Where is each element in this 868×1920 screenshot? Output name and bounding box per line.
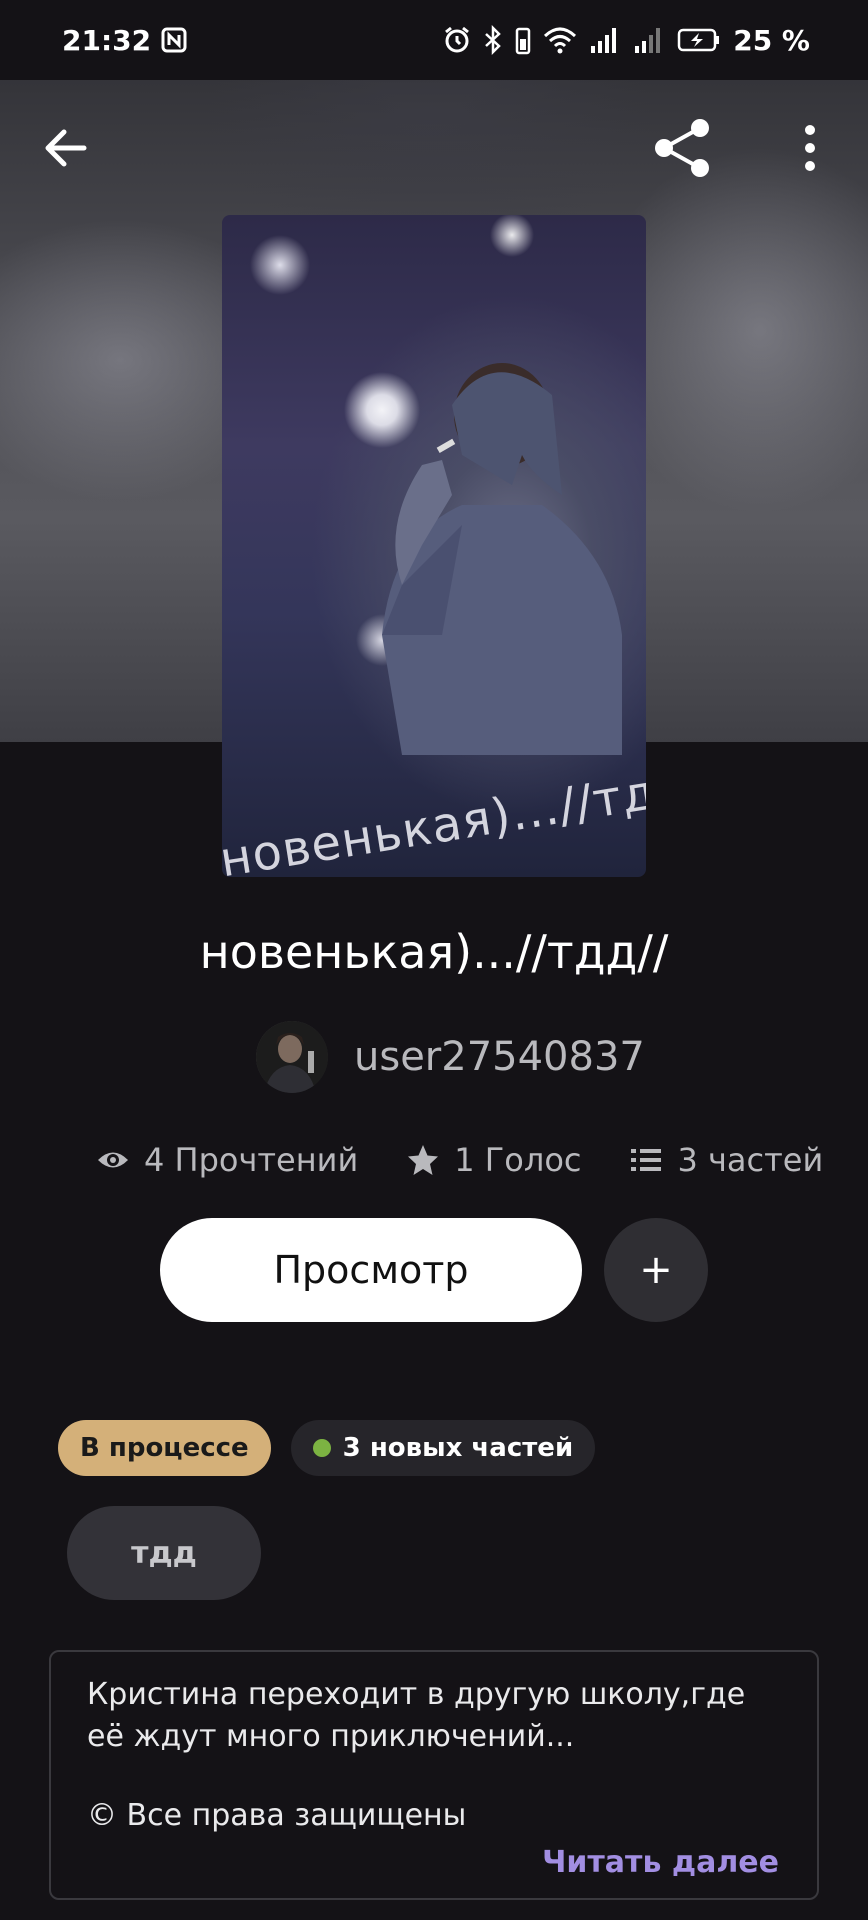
more-options-button[interactable] <box>790 120 830 176</box>
description-text: Кристина переходит в другую школу,где её… <box>87 1677 746 1754</box>
status-time: 21:32 <box>62 23 152 57</box>
view-button[interactable]: Просмотр <box>160 1218 582 1322</box>
new-parts-label: 3 новых частей <box>342 1433 574 1463</box>
arrow-left-icon <box>45 129 87 167</box>
add-to-library-button[interactable]: + <box>604 1218 708 1322</box>
author-link[interactable]: user27540837 <box>256 1020 645 1094</box>
stat-votes: 1 Голос <box>406 1141 581 1179</box>
signal-2-icon <box>635 28 661 53</box>
cover-title-text: новенькая)...//тдд <box>222 758 646 877</box>
cover-figure-illustration <box>382 363 622 755</box>
status-bar: 21:32 25 % <box>0 0 868 80</box>
green-dot-icon <box>312 1439 331 1457</box>
signal-icon <box>591 28 617 53</box>
avatar <box>256 1021 328 1093</box>
alarm-icon <box>445 26 470 53</box>
copyright-text: © Все права защищены <box>87 1798 467 1833</box>
story-title: новенькая)...//тдд// <box>199 925 669 979</box>
battery-charging-icon <box>677 28 720 52</box>
star-icon <box>408 1145 439 1175</box>
nfc-icon <box>161 27 187 53</box>
description-card: Кристина переходит в другую школу,где её… <box>49 1650 819 1900</box>
parts-count: 3 частей <box>677 1141 824 1179</box>
story-stats: 4 Прочтений 1 Голос 3 частей <box>96 1130 823 1190</box>
tag-chip[interactable]: тдд <box>67 1506 261 1600</box>
share-button[interactable] <box>652 116 716 180</box>
new-parts-badge: 3 новых частей <box>290 1420 596 1476</box>
reads-count: 4 Прочтений <box>144 1141 359 1179</box>
back-button[interactable] <box>38 120 94 176</box>
more-vertical-icon <box>805 125 815 171</box>
read-more-link[interactable]: Читать далее <box>542 1845 779 1880</box>
bluetooth-icon <box>485 25 502 55</box>
avatar-image <box>256 1021 328 1093</box>
plus-icon: + <box>639 1247 673 1293</box>
share-icon <box>655 119 709 177</box>
votes-count: 1 Голос <box>454 1141 582 1179</box>
eye-icon <box>98 1152 128 1168</box>
wifi-icon <box>544 27 577 54</box>
status-badge: В процессе <box>58 1420 271 1476</box>
list-icon <box>631 1149 662 1171</box>
stat-reads: 4 Прочтений <box>96 1141 358 1179</box>
stat-parts: 3 частей <box>629 1141 823 1179</box>
phone-battery-icon <box>515 27 531 55</box>
battery-percent: 25 % <box>733 23 810 57</box>
app-bar <box>0 80 868 214</box>
story-badges: В процессе 3 новых частей <box>58 1420 596 1476</box>
story-cover[interactable]: новенькая)...//тдд <box>222 215 646 877</box>
author-name: user27540837 <box>354 1034 645 1080</box>
